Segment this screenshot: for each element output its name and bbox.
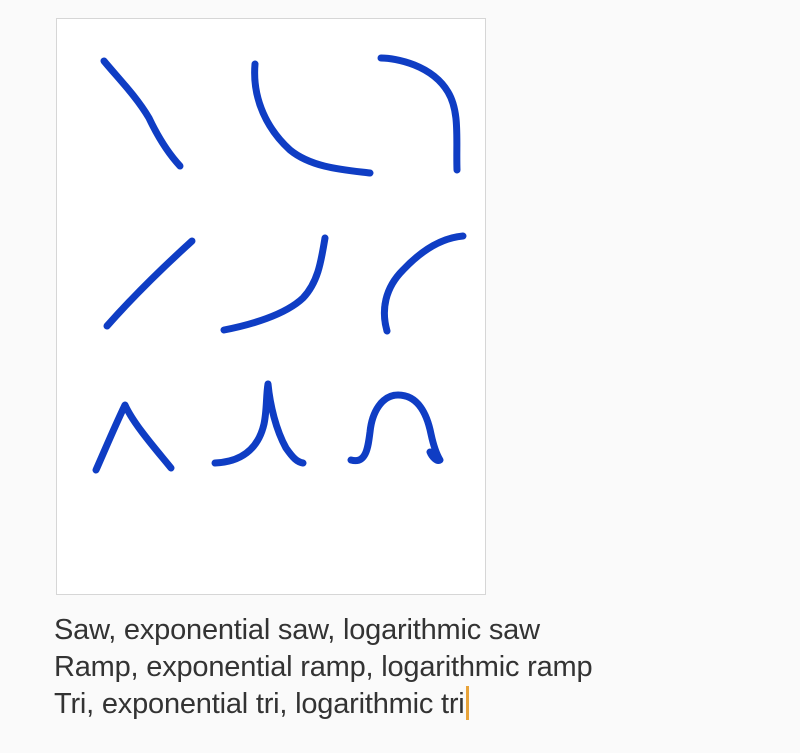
drawing-canvas[interactable]	[56, 18, 486, 595]
note-line-tri-text: Tri, exponential tri, logarithmic tri	[54, 688, 465, 720]
logarithmic-ramp-sketch	[380, 232, 467, 335]
ramp-sketch	[103, 237, 196, 330]
exponential-tri-sketch	[211, 380, 307, 467]
note-line-tri: Tri, exponential tri, logarithmic tri	[54, 686, 774, 723]
note-line-saw: Saw, exponential saw, logarithmic saw	[54, 614, 540, 646]
saw-sketch	[100, 57, 184, 170]
note-line-ramp: Ramp, exponential ramp, logarithmic ramp	[54, 651, 593, 683]
logarithmic-tri-sketch	[347, 391, 444, 465]
logarithmic-saw-sketch	[377, 54, 461, 174]
tri-sketch	[92, 401, 175, 474]
exponential-ramp-sketch	[220, 234, 329, 334]
note-text-area[interactable]: Saw, exponential saw, logarithmic saw Ra…	[54, 612, 774, 723]
exponential-saw-sketch	[251, 60, 374, 177]
text-cursor	[465, 686, 469, 720]
